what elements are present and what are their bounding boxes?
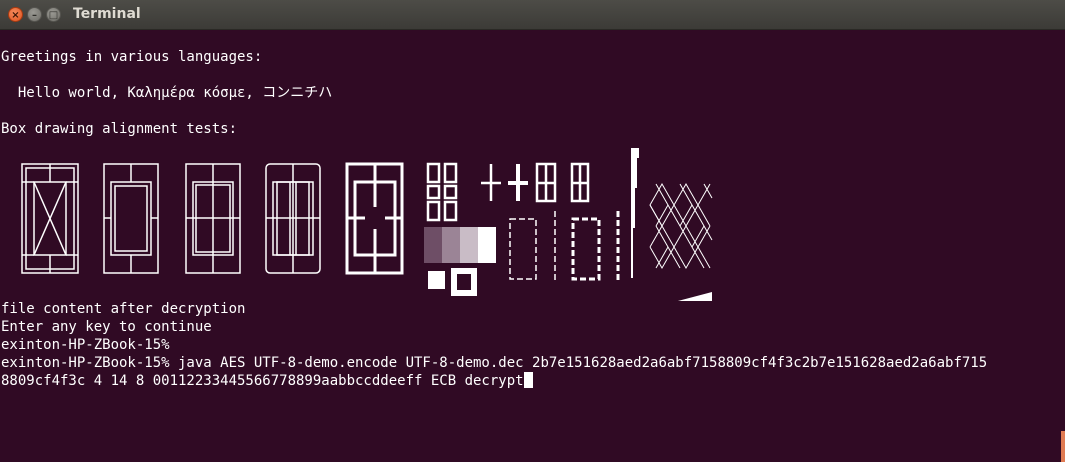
terminal-line: Hello world, Καλημέρα κόσμε, コンニチハ [1, 85, 333, 101]
terminal-line: exinton-HP-ZBook-15% [1, 337, 170, 353]
terminal-line: file content after decryption [1, 301, 246, 317]
box-drawing-art [21, 148, 713, 301]
terminal-line: Box drawing alignment tests: [1, 121, 238, 137]
close-icon[interactable]: × [8, 7, 23, 22]
minimize-icon[interactable]: – [27, 7, 42, 22]
command-line[interactable]: 8809cf4f3c 4 14 8 00112233445566778899aa… [1, 372, 533, 390]
terminal-line: Enter any key to continue [1, 319, 212, 335]
scrollbar-indicator[interactable] [1061, 431, 1065, 462]
terminal-area[interactable]: Greetings in various languages: Hello wo… [0, 29, 1065, 462]
terminal-line: 8809cf4f3c 4 14 8 00112233445566778899aa… [1, 373, 524, 389]
terminal-line: Greetings in various languages: [1, 49, 263, 65]
window-title: Terminal [73, 6, 141, 22]
maximize-icon[interactable]: □ [46, 7, 61, 22]
title-bar: × – □ Terminal [0, 0, 1065, 30]
text-cursor [523, 372, 533, 388]
terminal-line: exinton-HP-ZBook-15% java AES UTF-8-demo… [1, 355, 988, 371]
